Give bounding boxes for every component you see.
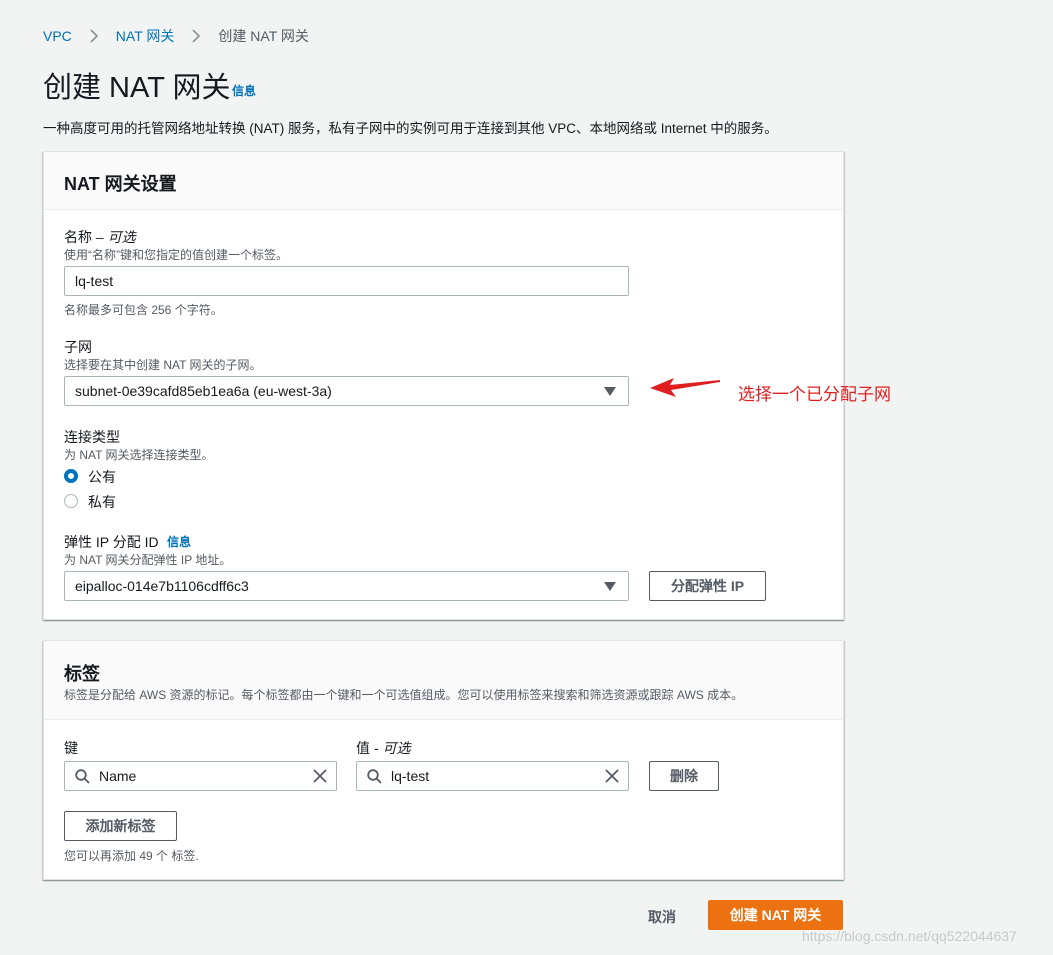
name-label-optional: – 可选	[95, 229, 136, 245]
eip-info-link[interactable]: 信息	[167, 533, 191, 550]
tag-key-value: Name	[99, 768, 137, 784]
name-field-label: 名称 – 可选	[64, 227, 136, 247]
search-icon	[75, 769, 90, 784]
eip-field-hint: 为 NAT 网关分配弹性 IP 地址。	[64, 553, 232, 567]
connectivity-field-label: 连接类型	[64, 429, 120, 445]
breadcrumb-vpc-link[interactable]: VPC	[43, 28, 72, 44]
add-new-tag-button[interactable]: 添加新标签	[64, 811, 177, 841]
eip-select[interactable]: eipalloc-014e7b1106cdff6c3	[64, 571, 629, 601]
eip-field-label: 弹性 IP 分配 ID	[64, 532, 159, 552]
chevron-right-icon	[186, 28, 206, 44]
subnet-field-label: 子网	[64, 339, 92, 355]
page-title: 创建 NAT 网关	[43, 72, 231, 104]
watermark: https://blog.csdn.net/qq522044637	[802, 928, 1017, 944]
close-icon[interactable]	[605, 769, 619, 783]
search-icon	[367, 769, 382, 784]
annotation-text: 选择一个已分配子网	[738, 385, 891, 404]
connectivity-public-label[interactable]: 公有	[88, 467, 116, 487]
tag-value-label-optional: - 可选	[373, 740, 411, 756]
allocate-elastic-ip-button[interactable]: 分配弹性 IP	[649, 571, 766, 601]
close-icon[interactable]	[313, 769, 327, 783]
settings-panel-title: NAT 网关设置	[64, 174, 177, 194]
tags-panel: 标签 标签是分配给 AWS 资源的标记。每个标签都由一个键和一个可选值组成。您可…	[43, 640, 844, 880]
name-label-text: 名称	[64, 229, 92, 245]
page-description: 一种高度可用的托管网络地址转换 (NAT) 服务，私有子网中的实例可用于连接到其…	[43, 121, 778, 136]
nat-gateway-settings-panel: NAT 网关设置 名称 – 可选 使用“名称”键和您指定的值创建一个标签。 lq…	[43, 151, 844, 620]
tag-value-label-text: 值	[356, 740, 370, 756]
cancel-button[interactable]: 取消	[648, 907, 676, 927]
breadcrumb-current: 创建 NAT 网关	[218, 28, 309, 44]
tag-value-input[interactable]: lq-test	[356, 761, 629, 791]
remove-tag-button[interactable]: 删除	[649, 761, 719, 791]
name-field-hint: 使用“名称”键和您指定的值创建一个标签。	[64, 248, 288, 262]
tag-key-label: 键	[64, 740, 78, 756]
connectivity-field-hint: 为 NAT 网关选择连接类型。	[64, 448, 214, 462]
breadcrumb: VPC NAT 网关 创建 NAT 网关	[43, 26, 309, 46]
subnet-select-value: subnet-0e39cafd85eb1ea6a (eu-west-3a)	[75, 383, 332, 399]
tags-panel-title: 标签	[64, 664, 100, 684]
connectivity-public-radio[interactable]	[64, 469, 78, 483]
tags-remaining-hint: 您可以再添加 49 个 标签.	[64, 849, 199, 863]
panel-header	[44, 641, 843, 720]
caret-down-icon	[604, 387, 616, 396]
tag-value-value: lq-test	[391, 768, 430, 784]
breadcrumb-nat-gateways-link[interactable]: NAT 网关	[116, 26, 175, 46]
connectivity-private-label[interactable]: 私有	[88, 492, 116, 512]
subnet-select[interactable]: subnet-0e39cafd85eb1ea6a (eu-west-3a)	[64, 376, 629, 406]
tag-value-label: 值 - 可选	[356, 738, 410, 758]
annotation-arrow-icon	[650, 378, 720, 397]
connectivity-private-radio[interactable]	[64, 494, 78, 508]
subnet-field-hint: 选择要在其中创建 NAT 网关的子网。	[64, 358, 262, 372]
name-field-constraint: 名称最多可包含 256 个字符。	[64, 303, 223, 317]
create-nat-gateway-button[interactable]: 创建 NAT 网关	[708, 900, 843, 930]
tags-panel-description: 标签是分配给 AWS 资源的标记。每个标签都由一个键和一个可选值组成。您可以使用…	[64, 688, 744, 702]
name-input[interactable]: lq-test	[64, 266, 629, 296]
page-info-link[interactable]: 信息	[232, 82, 256, 99]
chevron-right-icon	[84, 28, 104, 44]
eip-label-text: 弹性 IP 分配 ID	[64, 534, 159, 550]
caret-down-icon	[604, 582, 616, 591]
eip-select-value: eipalloc-014e7b1106cdff6c3	[75, 578, 249, 594]
tag-key-input[interactable]: Name	[64, 761, 337, 791]
